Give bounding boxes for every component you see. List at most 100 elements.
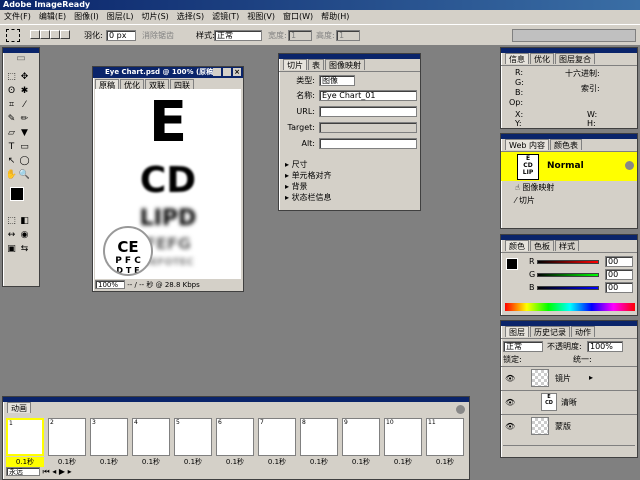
maximize-icon[interactable]	[223, 68, 231, 76]
palette-well[interactable]	[512, 29, 636, 42]
state-options-icon[interactable]	[625, 161, 634, 170]
url-input[interactable]	[319, 106, 417, 117]
new-selection-icon[interactable]	[30, 30, 40, 39]
subtract-selection-icon[interactable]	[50, 30, 60, 39]
menu-select[interactable]: 选择(S)	[173, 10, 208, 24]
frame-delay[interactable]: 0.1秒	[174, 457, 212, 467]
animation-frame[interactable]: 9	[342, 418, 380, 456]
blue-value[interactable]: 00	[605, 282, 633, 293]
text-icon[interactable]: T	[5, 141, 18, 154]
tab-color-table[interactable]: 颜色表	[549, 139, 582, 150]
height-input[interactable]: 1	[336, 30, 360, 41]
frame-delay[interactable]: 0.1秒	[258, 457, 296, 467]
layer-row[interactable]: 👁 E CD 清晰	[501, 390, 637, 414]
tab-animation[interactable]: 动画	[7, 402, 31, 413]
tab-optimize[interactable]: 优化	[530, 53, 554, 64]
web-item-image-map[interactable]: ☝ 图像映射	[515, 181, 637, 194]
visibility-eye-icon[interactable]: 👁	[505, 422, 515, 431]
menu-filter[interactable]: 滤镜(T)	[208, 10, 243, 24]
animation-options-icon[interactable]	[456, 405, 465, 414]
tab-info[interactable]: 信息	[505, 53, 529, 64]
menu-slice[interactable]: 切片(S)	[137, 10, 172, 24]
animation-frame[interactable]: 4	[132, 418, 170, 456]
expand-icon[interactable]: ▸	[589, 373, 593, 382]
web-item-slice[interactable]: ⁄ 切片	[515, 194, 637, 207]
tab-table[interactable]: 表	[308, 59, 324, 70]
frame-delay[interactable]: 0.1秒	[132, 457, 170, 467]
layer-name[interactable]: 蒙版	[555, 421, 571, 432]
marquee-tool-icon[interactable]	[6, 29, 20, 42]
zoom-icon[interactable]: 🔍	[18, 169, 31, 182]
section-background[interactable]: ▸ 背景	[285, 181, 420, 192]
ellipse-icon[interactable]: ◯	[18, 155, 31, 168]
move-icon[interactable]: ✥	[18, 71, 31, 84]
width-input[interactable]: 1	[288, 30, 312, 41]
pencil-icon[interactable]: ✏	[18, 113, 31, 126]
loop-select[interactable]: 永远	[6, 467, 40, 476]
menu-layer[interactable]: 图层(L)	[103, 10, 138, 24]
frame-delay[interactable]: 0.1秒	[6, 457, 44, 467]
menu-file[interactable]: 文件(F)	[0, 10, 35, 24]
layer-row[interactable]: 👁 蒙版	[501, 414, 637, 438]
opacity-input[interactable]: 100%	[587, 341, 623, 352]
section-dimensions[interactable]: ▸ 尺寸	[285, 159, 420, 170]
type-select[interactable]: 图像	[319, 75, 355, 86]
menu-image[interactable]: 图像(I)	[70, 10, 103, 24]
hand-icon[interactable]: ✋	[5, 169, 18, 182]
alt-input[interactable]	[319, 138, 417, 149]
animation-frame[interactable]: 6	[216, 418, 254, 456]
zoom-select[interactable]: 100%	[95, 280, 125, 289]
bucket-icon[interactable]: ▼	[18, 127, 31, 140]
red-value[interactable]: 00	[605, 256, 633, 267]
tab-history[interactable]: 历史记录	[530, 326, 570, 337]
menu-help[interactable]: 帮助(H)	[317, 10, 353, 24]
style-select[interactable]: 正常	[214, 30, 262, 41]
crop-icon[interactable]: ⌗	[5, 99, 18, 112]
layer-name[interactable]: 镜片	[555, 373, 571, 384]
animation-frame[interactable]: 2	[48, 418, 86, 456]
section-cell-align[interactable]: ▸ 单元格对齐	[285, 170, 420, 181]
rectangle-icon[interactable]: ▭	[18, 141, 31, 154]
eraser-icon[interactable]: ▱	[5, 127, 18, 140]
frame-delay[interactable]: 0.1秒	[48, 457, 86, 467]
add-selection-icon[interactable]	[40, 30, 50, 39]
red-slider[interactable]	[537, 260, 599, 264]
frame-delay[interactable]: 0.1秒	[342, 457, 380, 467]
antialias-checkbox-label[interactable]: 消除锯齿	[142, 30, 174, 41]
tab-actions[interactable]: 动作	[571, 326, 595, 337]
lasso-icon[interactable]: ʘ	[5, 85, 18, 98]
screen-mode-icon[interactable]: ▣	[5, 243, 18, 256]
toggle-visibility-icon[interactable]: ◧	[18, 215, 31, 228]
animation-frame[interactable]: 1	[6, 418, 44, 456]
feather-input[interactable]: 0 px	[106, 30, 136, 41]
tab-slice[interactable]: 切片	[283, 59, 307, 70]
tab-swatches[interactable]: 色板	[530, 240, 554, 251]
normal-state-row[interactable]: E CD LIP Normal	[501, 151, 637, 181]
layer-row[interactable]: 👁 镜片 ▸	[501, 366, 637, 390]
minimize-icon[interactable]	[213, 68, 221, 76]
tab-styles[interactable]: 样式	[555, 240, 579, 251]
first-frame-icon[interactable]: ⏮	[43, 467, 50, 476]
frame-delay[interactable]: 0.1秒	[90, 457, 128, 467]
animation-frame[interactable]: 3	[90, 418, 128, 456]
frame-delay[interactable]: 0.1秒	[300, 457, 338, 467]
document-canvas[interactable]: E CD LIPD FEFG DEFOTEC CE P F C D T E	[95, 89, 241, 279]
tab-color[interactable]: 颜色	[505, 240, 529, 251]
intersect-selection-icon[interactable]	[60, 30, 70, 39]
brush-icon[interactable]: ✎	[5, 113, 18, 126]
tab-web-content[interactable]: Web 内容	[505, 139, 549, 150]
close-icon[interactable]: ×	[233, 68, 241, 76]
next-frame-icon[interactable]: ▸	[68, 467, 72, 476]
animation-frame[interactable]: 7	[258, 418, 296, 456]
image-map-icon[interactable]: ⬚	[5, 215, 18, 228]
download-time[interactable]: -- / -- 秒 @ 28.8 Kbps	[127, 281, 200, 289]
green-value[interactable]: 00	[605, 269, 633, 280]
animation-frame[interactable]: 11	[426, 418, 464, 456]
tab-image-map[interactable]: 图像映射	[325, 59, 365, 70]
layer-name[interactable]: 清晰	[561, 397, 577, 408]
animation-frame[interactable]: 10	[384, 418, 422, 456]
slice-icon[interactable]: ⁄	[18, 99, 31, 112]
menu-edit[interactable]: 编辑(E)	[35, 10, 70, 24]
document-title-bar[interactable]: Eye Chart.psd @ 100% (原稿) ×	[93, 67, 243, 78]
menu-window[interactable]: 窗口(W)	[279, 10, 317, 24]
